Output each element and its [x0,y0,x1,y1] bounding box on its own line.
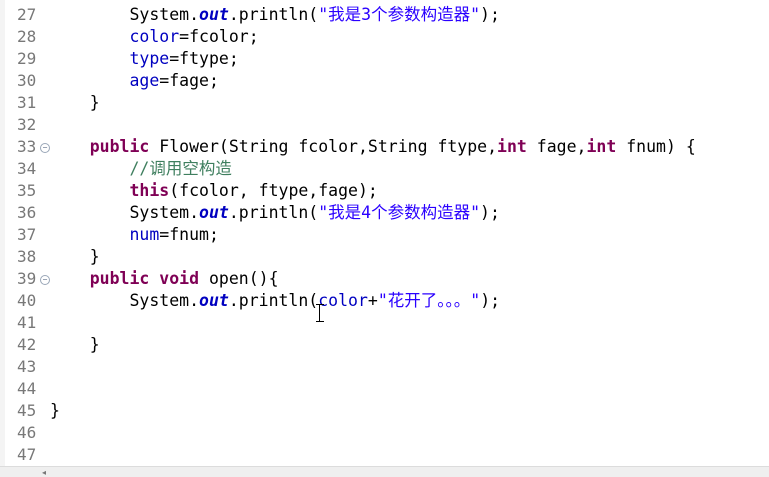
code-line[interactable]: System.out.println("我是3个参数构造器"); [47,4,769,26]
line-number: 27 [17,5,37,24]
code-token: out [199,291,229,310]
line-number: 39 [17,269,37,288]
code-token: "我是4个参数构造器" [318,203,481,222]
line-number: 45 [17,401,37,420]
code-token: public [89,137,150,156]
code-token: "花开了。。。" [377,291,481,310]
code-line[interactable]: } [47,246,769,268]
code-token: .println( [228,5,319,24]
code-token: int [586,137,617,156]
horizontal-scrollbar[interactable]: ◂ [0,466,769,477]
code-token: //调用空构造 [129,159,232,178]
code-line[interactable]: //调用空构造 [47,158,769,180]
code-line[interactable] [47,114,769,136]
code-token: int [497,137,527,156]
code-token: out [199,5,229,24]
code-line[interactable]: age=fage; [47,70,769,92]
line-number: 36 [17,203,37,222]
code-token: type [129,49,170,68]
code-line[interactable]: System.out.println(color+"花开了。。。"); [47,290,769,312]
code-token: } [50,401,60,420]
line-number: 32 [17,115,37,134]
code-line[interactable]: } [47,92,769,114]
code-token: + [367,291,378,310]
code-line[interactable]: System.out.println("我是4个参数构造器"); [47,202,769,224]
code-token: System. [50,203,200,222]
code-line[interactable]: } [47,400,769,422]
code-line[interactable] [47,444,769,466]
line-number: 47 [17,445,37,464]
code-line[interactable]: public Flower(String fcolor,String ftype… [47,136,769,158]
line-number: 43 [17,357,37,376]
line-number: 42 [17,335,37,354]
line-number: 28 [17,27,37,46]
line-number: 31 [17,93,37,112]
line-number: 29 [17,49,37,68]
code-token: =fnum; [159,225,219,244]
line-number: 30 [17,71,37,90]
code-token: out [199,203,229,222]
code-editor[interactable]: System.out.println("我是3个参数构造器"); color=f… [47,0,769,466]
code-token: age [129,71,160,90]
line-number: 40 [17,291,37,310]
code-line[interactable]: } [47,334,769,356]
line-number: 34 [17,159,37,178]
code-line[interactable] [47,312,769,334]
code-token: "我是3个参数构造器" [318,5,481,24]
code-token: System. [50,5,200,24]
line-number: 35 [17,181,37,200]
code-token: } [50,247,100,266]
line-number: 41 [17,313,37,332]
code-token: ); [480,5,500,24]
code-line[interactable] [47,378,769,400]
code-token: .println( [228,203,319,222]
code-token: fnum) { [616,137,696,156]
code-token: public [89,269,150,288]
code-token: void [159,269,200,288]
line-number-gutter[interactable]: 27 28 29 30 31 32 33−34 35 36 37 38 39−40 41 42 43 44 45… [5,0,50,466]
code-line[interactable]: this(fcolor, ftype,fage); [47,180,769,202]
code-token: } [50,93,100,112]
code-token: color [318,291,368,310]
line-number: 38 [17,247,37,266]
code-line[interactable]: color=fcolor; [47,26,769,48]
code-token: .println( [228,291,319,310]
code-token: =ftype; [169,49,239,68]
code-line[interactable]: num=fnum; [47,224,769,246]
code-line[interactable] [47,356,769,378]
code-line[interactable] [47,422,769,444]
code-token: this [129,181,170,200]
line-number: 44 [17,379,37,398]
line-number: 33 [17,137,37,156]
text-ibeam-cursor-icon [316,304,324,322]
code-token: ); [480,203,500,222]
code-line[interactable]: type=ftype; [47,48,769,70]
code-token: =fage; [159,71,219,90]
line-number: 46 [17,423,37,442]
code-token: } [50,335,100,354]
code-token: color [129,27,180,46]
code-token: (fcolor, ftype,fage); [169,181,378,200]
line-number: 37 [17,225,37,244]
code-token: ); [480,291,501,310]
code-token: open(){ [199,269,279,288]
code-token: Flower(String fcolor,String ftype, [149,137,498,156]
code-token: fage, [526,137,587,156]
code-token: =fcolor; [179,27,259,46]
code-token: num [129,225,160,244]
code-token: System. [50,291,200,310]
code-line[interactable]: public void open(){ [47,268,769,290]
